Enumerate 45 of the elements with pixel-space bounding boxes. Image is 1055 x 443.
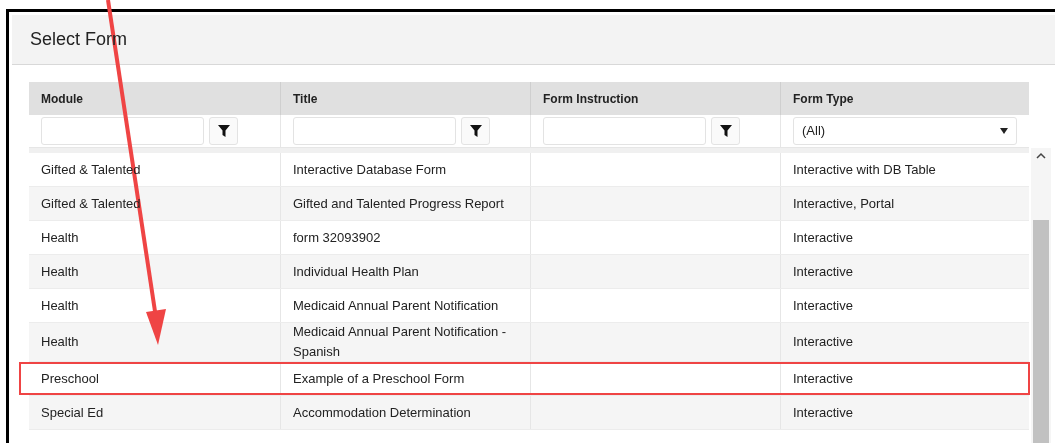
filter-button[interactable]	[711, 117, 740, 145]
filter-field[interactable]	[293, 117, 456, 145]
scroll-up-icon[interactable]	[1036, 152, 1046, 159]
table-row[interactable]: Health Medicaid Annual Parent Notification Interactive	[29, 289, 1029, 323]
form-type-dropdown[interactable]: (All)	[793, 117, 1017, 145]
scrollbar-thumb[interactable]	[1033, 220, 1049, 443]
table-cell-text: Health	[41, 228, 79, 247]
filter-button[interactable]	[209, 117, 238, 145]
table-cell-text: Interactive, Portal	[793, 194, 895, 213]
filter-icon	[469, 125, 482, 137]
table-cell-text: Interactive	[793, 296, 853, 315]
column-header[interactable]: Form Type	[780, 82, 1029, 115]
filter-field[interactable]	[543, 117, 706, 145]
caret-icon	[1000, 128, 1008, 134]
table-cell-text: Health	[41, 296, 79, 315]
table-cell-text: Individual Health Plan	[293, 262, 419, 281]
table-cell-text: Interactive	[793, 369, 853, 388]
filter-icon	[719, 125, 732, 137]
table-row[interactable]: Special Ed Accommodation Determination Interactive	[29, 396, 1029, 430]
table-cell-text: Interactive	[793, 262, 853, 281]
table-cell-text: Interactive	[793, 228, 853, 247]
column-header[interactable]: Title	[280, 82, 530, 115]
table-cell-text: Preschool	[41, 369, 99, 388]
table-row[interactable]: Health Individual Health Plan Interactive	[29, 255, 1029, 289]
column-header[interactable]: Form Instruction	[530, 82, 780, 115]
table-cell-text: Health	[41, 333, 79, 351]
table-cell-text: form 32093902	[293, 228, 381, 247]
table-cell-text: Special Ed	[41, 403, 104, 422]
table-cell-text: Interactive	[793, 333, 853, 351]
scrollbar[interactable]	[1031, 148, 1051, 443]
table-cell-text: Interactive Database Form	[293, 160, 447, 179]
table-row[interactable]: Health form 32093902 Interactive	[29, 221, 1029, 255]
table-cell-text: Example of a Preschool Form	[293, 369, 465, 388]
table-cell-text: Interactive with DB Table	[793, 160, 936, 179]
filter-field[interactable]	[41, 117, 204, 145]
table-cell-text: Interactive	[793, 403, 853, 422]
table-row[interactable]: Health Medicaid Annual Parent Notification - Spanish Interactive	[29, 323, 1029, 362]
table-cell-text: Health	[41, 262, 79, 281]
filter-icon	[217, 125, 230, 137]
table-cell-text: Medicaid Annual Parent Notification	[293, 296, 499, 315]
table-cell-text: Gifted and Talented Progress Report	[293, 194, 504, 213]
filter-button[interactable]	[461, 117, 490, 145]
table-cell-text: Medicaid Annual Parent Notification - Spanish	[293, 323, 508, 361]
column-header[interactable]: Module	[29, 82, 280, 115]
table-cell-text: Accommodation Determination	[293, 403, 471, 422]
